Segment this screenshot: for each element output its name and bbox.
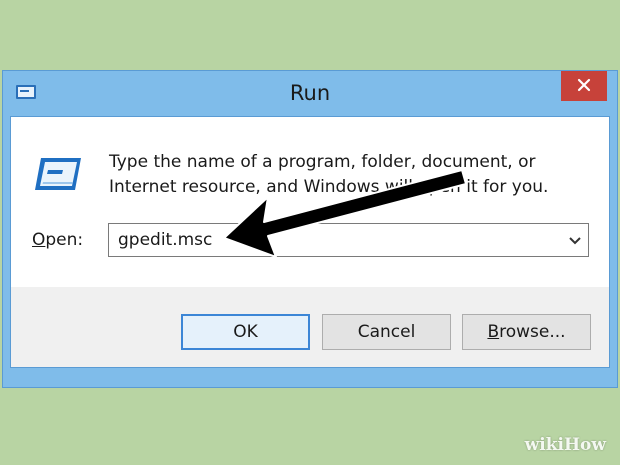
- open-label-text: pen:: [45, 230, 84, 250]
- browse-button[interactable]: Browse...: [462, 314, 591, 350]
- window-title: Run: [289, 81, 331, 105]
- run-icon: [33, 156, 83, 192]
- title-bar[interactable]: Run: [3, 71, 617, 115]
- open-label: Open:: [32, 230, 83, 250]
- close-button[interactable]: [561, 71, 607, 101]
- browse-label: rowse...: [499, 322, 566, 342]
- close-icon: [577, 77, 591, 96]
- open-label-accelerator: O: [32, 230, 46, 250]
- browse-accelerator: B: [487, 322, 500, 342]
- open-input-value[interactable]: gpedit.msc: [118, 230, 212, 250]
- open-combobox[interactable]: gpedit.msc: [108, 223, 589, 257]
- dialog-upper-panel: Type the name of a program, folder, docu…: [11, 117, 609, 287]
- run-dialog: Run Type the name of a program, folder, …: [2, 70, 618, 388]
- ok-button[interactable]: OK: [181, 314, 310, 350]
- cancel-button[interactable]: Cancel: [322, 314, 451, 350]
- chevron-down-icon[interactable]: [566, 231, 584, 249]
- wikihow-watermark: wikiHow: [524, 435, 606, 455]
- dialog-body: Type the name of a program, folder, docu…: [10, 116, 610, 368]
- dialog-prompt: Type the name of a program, folder, docu…: [109, 152, 549, 197]
